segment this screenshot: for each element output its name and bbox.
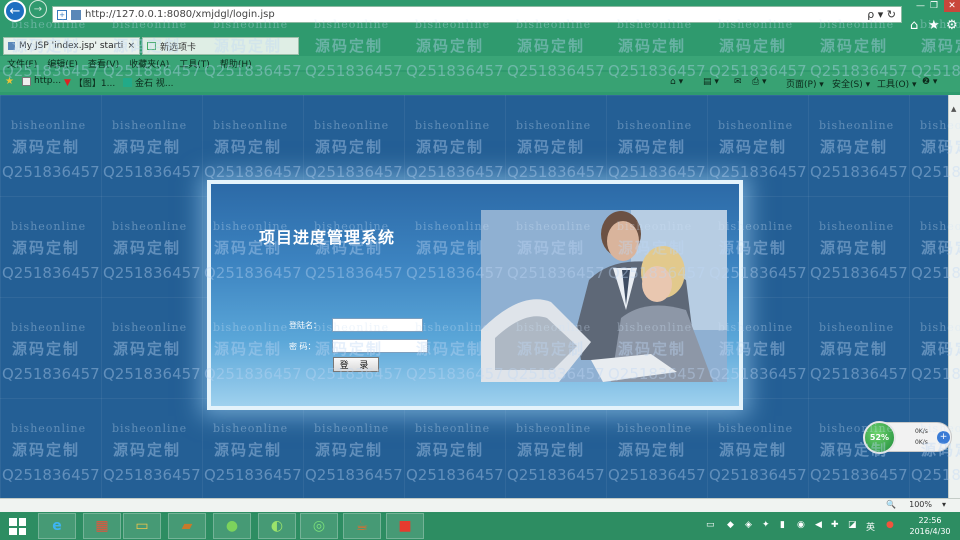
tray-security-icon[interactable]: ●: [886, 520, 894, 530]
favorite-link-1[interactable]: http...: [22, 76, 61, 86]
compat-view-icon[interactable]: +: [57, 9, 67, 20]
menu-view[interactable]: 查看(V): [88, 57, 119, 70]
print-icon[interactable]: ⎙ ▾: [752, 77, 767, 87]
refresh-icon[interactable]: ↻: [887, 8, 896, 21]
favorites-bar: ★ http... ▼ 【图】1... 金石 视... ⌂ ▾ ▤ ▾ ✉ ⎙ …: [0, 72, 960, 92]
page-icon: [22, 76, 31, 86]
green-app-taskbar-icon[interactable]: ◐: [258, 513, 296, 539]
speed-gauge: 52%: [863, 421, 896, 454]
page-title: 项目进度管理系统: [259, 228, 396, 247]
username-input[interactable]: [332, 318, 423, 332]
feeds-icon[interactable]: ▤ ▾: [703, 77, 719, 87]
search-icon[interactable]: ρ: [867, 8, 874, 21]
upload-speed: 0K/s: [915, 428, 928, 435]
page-menu[interactable]: 页面(P) ▾: [786, 77, 824, 90]
zoom-level[interactable]: 100%: [909, 500, 932, 509]
username-label: 登陆名：: [289, 321, 321, 330]
clock-date: 2016/4/30: [909, 527, 951, 536]
status-bar: 🔍 100% ▾: [0, 498, 960, 512]
tab-login-page[interactable]: My JSP 'index.jsp' startin... ×: [3, 37, 140, 55]
maximize-icon[interactable]: ❐: [930, 1, 938, 11]
tray-app-icon[interactable]: ✚: [831, 520, 839, 530]
home-icon[interactable]: ⌂: [910, 18, 918, 33]
address-actions: ρ ▾ ↻: [867, 8, 896, 21]
address-url[interactable]: http://127.0.0.1:8080/xmjdgl/login.jsp: [85, 9, 275, 20]
tab-label: 新选项卡: [160, 42, 197, 53]
menu-tools[interactable]: 工具(T): [179, 57, 210, 70]
volume-icon[interactable]: ◀: [815, 520, 822, 530]
tray-app-icon[interactable]: ◪: [848, 520, 857, 530]
favorites-star-icon[interactable]: ★: [5, 76, 14, 87]
login-button[interactable]: 登 录: [333, 357, 379, 372]
address-bar[interactable]: + http://127.0.0.1:8080/xmjdgl/login.jsp…: [52, 6, 902, 23]
login-panel: 项目进度管理系统 登陆名： 密 码： 登 录: [207, 180, 743, 410]
page-favicon: [71, 9, 81, 20]
close-window-icon[interactable]: ✕: [944, 0, 960, 12]
tray-network-icon[interactable]: ▮: [780, 520, 785, 530]
menu-file[interactable]: 文件(F): [7, 57, 37, 70]
tray-app-icon[interactable]: ◈: [745, 520, 752, 530]
clock-time: 22:56: [918, 516, 942, 525]
java-taskbar-icon[interactable]: ☕: [343, 513, 381, 539]
wechat-taskbar-icon[interactable]: ●: [213, 513, 251, 539]
tray-app-icon[interactable]: ◆: [727, 520, 734, 530]
chevron-down-icon[interactable]: ▾: [942, 500, 946, 509]
favorites-star-icon[interactable]: ★: [928, 18, 940, 33]
password-label: 密 码：: [289, 342, 316, 351]
new-tab-icon: [147, 42, 156, 50]
tray-app-icon[interactable]: ✦: [762, 520, 770, 530]
start-button[interactable]: [9, 518, 26, 535]
taskbar-clock[interactable]: 22:56 2016/4/30: [906, 515, 954, 537]
tab-favicon: [8, 42, 16, 50]
safety-menu[interactable]: 安全(S) ▾: [832, 77, 870, 90]
forward-arrow-icon: →: [33, 3, 43, 15]
page-content: 项目进度管理系统 登陆名： 密 码： 登 录: [0, 95, 948, 498]
favorite-link-3[interactable]: 金石 视...: [123, 76, 173, 89]
explorer-taskbar-icon[interactable]: ▭: [123, 513, 161, 539]
back-button[interactable]: ←: [4, 0, 26, 22]
download-speed: 0K/s: [915, 439, 928, 446]
red-app-taskbar-icon[interactable]: ■: [386, 513, 424, 539]
settings-gear-icon[interactable]: ⚙: [946, 18, 958, 33]
tray-chat-icon[interactable]: ▭: [706, 520, 715, 530]
office-illustration: [481, 210, 727, 382]
speed-boost-icon[interactable]: +: [937, 431, 950, 444]
home-command-icon[interactable]: ⌂ ▾: [670, 77, 683, 87]
office-photo: [481, 210, 727, 382]
ime-indicator[interactable]: 英: [866, 520, 875, 533]
store-taskbar-icon[interactable]: ▦: [83, 513, 121, 539]
menu-edit[interactable]: 编辑(E): [47, 57, 78, 70]
tab-new[interactable]: 新选项卡: [142, 37, 299, 55]
browser-chrome: — ❐ ✕ ← → + http://127.0.0.1:8080/xmjdgl…: [0, 0, 960, 95]
book-taskbar-icon[interactable]: ▰: [168, 513, 206, 539]
mail-icon[interactable]: ✉: [734, 77, 742, 87]
refresh-app-taskbar-icon[interactable]: ◎: [300, 513, 338, 539]
tools-command-menu[interactable]: 工具(O) ▾: [877, 77, 917, 90]
help-command-icon[interactable]: ❷ ▾: [922, 77, 937, 87]
taskbar: e ▦ ▭ ▰ ● ◐ ◎ ☕ ■ ▭ ◆ ◈ ✦ ▮ ◉ ◀ ✚ ◪ 英 ● …: [0, 512, 960, 540]
tmall-icon: ▼: [64, 77, 71, 88]
password-input[interactable]: [332, 339, 428, 353]
favorite-link-2[interactable]: ▼ 【图】1...: [64, 76, 115, 90]
menu-bar: 文件(F) 编辑(E) 查看(V) 收藏夹(A) 工具(T) 帮助(H): [0, 56, 960, 70]
back-arrow-icon: ←: [9, 3, 21, 19]
menu-help[interactable]: 帮助(H): [220, 57, 252, 70]
tab-close-icon[interactable]: ×: [127, 41, 135, 51]
menu-favorites[interactable]: 收藏夹(A): [129, 57, 169, 70]
tray-app-icon[interactable]: ◉: [797, 520, 805, 530]
network-speed-widget[interactable]: 52% 0K/s 0K/s +: [863, 421, 952, 454]
tab-label: My JSP 'index.jsp' startin...: [19, 41, 124, 51]
zoom-icon[interactable]: 🔍: [886, 500, 896, 509]
ie-taskbar-icon[interactable]: e: [38, 513, 76, 539]
scroll-up-icon[interactable]: ▲: [951, 105, 956, 113]
minimize-icon[interactable]: —: [916, 1, 925, 11]
video-icon: [123, 78, 132, 87]
forward-button[interactable]: →: [29, 0, 47, 18]
